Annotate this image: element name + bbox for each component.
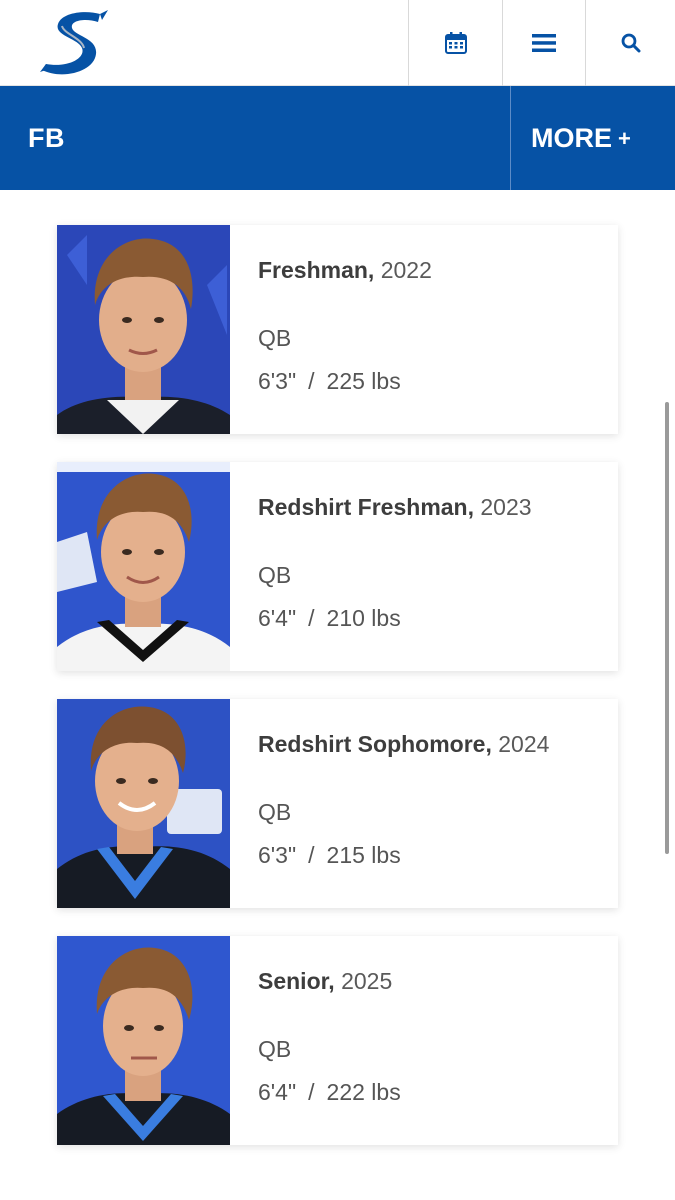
position: QB — [258, 1036, 292, 1062]
height: 6'3" — [258, 368, 297, 394]
position: QB — [258, 562, 292, 588]
position: QB — [258, 325, 292, 351]
height: 6'3" — [258, 842, 297, 868]
weight: 225 lbs — [326, 368, 401, 394]
weight: 215 lbs — [326, 842, 401, 868]
position: QB — [258, 799, 292, 825]
season-year: 2024 — [498, 731, 550, 757]
player-photo — [57, 936, 230, 1145]
height-weight: 6'4" / 210 lbs — [258, 605, 401, 632]
height: 6'4" — [258, 605, 297, 631]
class-year: Redshirt Freshman, 2023 — [258, 494, 532, 521]
list-item[interactable]: Senior, 2025 QB 6'4" / 222 lbs — [57, 936, 618, 1145]
class-label: Redshirt Sophomore, — [258, 731, 492, 757]
school-logo-icon[interactable] — [38, 8, 112, 78]
class-year: Senior, 2025 — [258, 968, 392, 995]
player-photo — [57, 699, 230, 908]
list-item[interactable]: Freshman, 2022 QB 6'3" / 225 lbs — [57, 225, 618, 434]
more-menu-button[interactable]: MORE + — [510, 86, 675, 190]
list-item[interactable]: Redshirt Sophomore, 2024 QB 6'3" / 215 lbs — [57, 699, 618, 908]
calendar-button[interactable] — [408, 0, 502, 86]
player-photo — [57, 462, 230, 671]
class-label: Redshirt Freshman, — [258, 494, 474, 520]
class-year: Freshman, 2022 — [258, 257, 432, 284]
height-weight: 6'3" / 225 lbs — [258, 368, 401, 395]
class-label: Freshman, — [258, 257, 375, 283]
weight: 222 lbs — [326, 1079, 401, 1105]
separator: / — [308, 1079, 315, 1105]
separator: / — [308, 605, 315, 631]
sport-title[interactable]: FB — [28, 86, 65, 190]
scrollbar[interactable] — [665, 402, 669, 854]
top-bar — [0, 0, 675, 86]
sport-nav-bar: FB MORE + — [0, 86, 675, 190]
height-weight: 6'4" / 222 lbs — [258, 1079, 401, 1106]
calendar-icon — [444, 32, 467, 54]
roster-history-list: Freshman, 2022 QB 6'3" / 225 lbs Redshirt … — [57, 225, 618, 1173]
class-label: Senior, — [258, 968, 335, 994]
class-year: Redshirt Sophomore, 2024 — [258, 731, 549, 758]
height-weight: 6'3" / 215 lbs — [258, 842, 401, 869]
search-icon — [621, 33, 641, 53]
height: 6'4" — [258, 1079, 297, 1105]
plus-icon: + — [618, 126, 631, 151]
menu-button[interactable] — [502, 0, 585, 86]
season-year: 2023 — [480, 494, 532, 520]
search-button[interactable] — [585, 0, 675, 86]
separator: / — [308, 368, 315, 394]
list-item[interactable]: Redshirt Freshman, 2023 QB 6'4" / 210 lbs — [57, 462, 618, 671]
season-year: 2025 — [341, 968, 393, 994]
player-photo — [57, 225, 230, 434]
more-label: MORE — [531, 122, 612, 153]
separator: / — [308, 842, 315, 868]
season-year: 2022 — [380, 257, 432, 283]
weight: 210 lbs — [326, 605, 401, 631]
hamburger-menu-icon — [532, 33, 556, 53]
